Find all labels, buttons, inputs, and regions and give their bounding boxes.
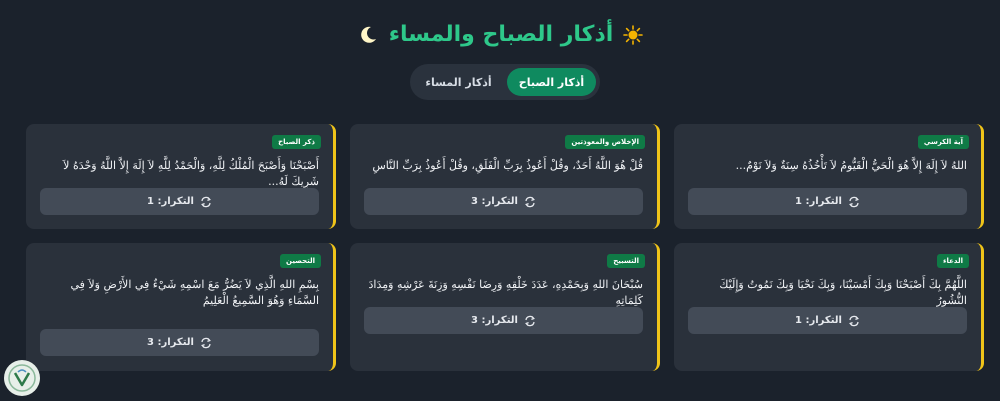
category-badge: التحصين bbox=[280, 254, 321, 268]
count-label: التكرار: 1 bbox=[147, 196, 194, 207]
zikr-card: ذكر الصباح أَصْبَحْنَا وَأَصْبَحَ الْمُل… bbox=[26, 124, 336, 229]
zikr-card: التسبيح سُبْحَانَ اللهِ وَبِحَمْدِهِ، عَ… bbox=[350, 243, 660, 371]
repeat-icon bbox=[524, 196, 536, 208]
category-badge: الإخلاص والمعوذتين bbox=[565, 135, 645, 149]
repeat-count-button[interactable]: التكرار: 3 bbox=[364, 188, 643, 215]
zikr-card: الإخلاص والمعوذتين قُلْ هُوَ اللَّهُ أَح… bbox=[350, 124, 660, 229]
count-label: التكرار: 3 bbox=[147, 337, 194, 348]
repeat-count-button[interactable]: التكرار: 3 bbox=[40, 329, 319, 356]
count-label: التكرار: 3 bbox=[471, 315, 518, 326]
zikr-text: بِسْمِ اللهِ الَّذِي لاَ يَضُرُّ مَعَ اس… bbox=[70, 278, 319, 307]
moon-icon bbox=[357, 24, 379, 46]
repeat-count-button[interactable]: التكرار: 3 bbox=[364, 307, 643, 334]
count-label: التكرار: 1 bbox=[795, 196, 842, 207]
repeat-count-button[interactable]: التكرار: 1 bbox=[40, 188, 319, 215]
repeat-icon bbox=[200, 337, 212, 349]
zikr-text: أَصْبَحْنَا وَأَصْبَحَ الْمُلْكُ لِلَّهِ… bbox=[63, 159, 319, 188]
count-label: التكرار: 1 bbox=[795, 315, 842, 326]
zikr-text: سُبْحَانَ اللهِ وَبِحَمْدِهِ، عَدَدَ خَل… bbox=[368, 278, 643, 307]
zikr-text: اللهُ لاَ إِلَهَ إِلاَّ هُوَ الْحَيُّ ال… bbox=[735, 159, 967, 172]
repeat-icon bbox=[848, 315, 860, 327]
tab-switcher: أذكار الصباح أذكار المساء bbox=[410, 64, 600, 100]
page-title: أذكار الصباح والمساء bbox=[388, 22, 614, 47]
category-badge: الدعاء bbox=[936, 254, 969, 268]
repeat-count-button[interactable]: التكرار: 1 bbox=[688, 188, 967, 215]
logo-icon bbox=[4, 360, 40, 396]
page: أذكار الصباح والمساء أذكار الصباح أذكار … bbox=[0, 0, 1000, 401]
adhkar-grid: آية الكرسي اللهُ لاَ إِلَهَ إِلاَّ هُوَ … bbox=[26, 124, 984, 371]
category-badge: آية الكرسي bbox=[917, 135, 969, 149]
zikr-card: التحصين بِسْمِ اللهِ الَّذِي لاَ يَضُرُّ… bbox=[26, 243, 336, 371]
tab-evening[interactable]: أذكار المساء bbox=[414, 68, 503, 96]
category-badge: ذكر الصباح bbox=[272, 135, 321, 149]
zikr-card: آية الكرسي اللهُ لاَ إِلَهَ إِلاَّ هُوَ … bbox=[674, 124, 984, 229]
repeat-icon bbox=[848, 196, 860, 208]
repeat-count-button[interactable]: التكرار: 1 bbox=[688, 307, 967, 334]
sun-icon bbox=[623, 24, 644, 45]
category-badge: التسبيح bbox=[607, 254, 645, 268]
zikr-text: اللَّهُمَّ بِكَ أَصْبَحْنَا وَبِكَ أَمْس… bbox=[719, 278, 967, 307]
tab-morning[interactable]: أذكار الصباح bbox=[507, 68, 596, 96]
zikr-card: الدعاء اللَّهُمَّ بِكَ أَصْبَحْنَا وَبِك… bbox=[674, 243, 984, 371]
zikr-text: قُلْ هُوَ اللَّهُ أَحَدٌ، وقُلْ أَعُوذُ … bbox=[372, 159, 643, 172]
header: أذكار الصباح والمساء bbox=[0, 22, 1000, 47]
repeat-icon bbox=[524, 315, 536, 327]
repeat-icon bbox=[200, 196, 212, 208]
count-label: التكرار: 3 bbox=[471, 196, 518, 207]
